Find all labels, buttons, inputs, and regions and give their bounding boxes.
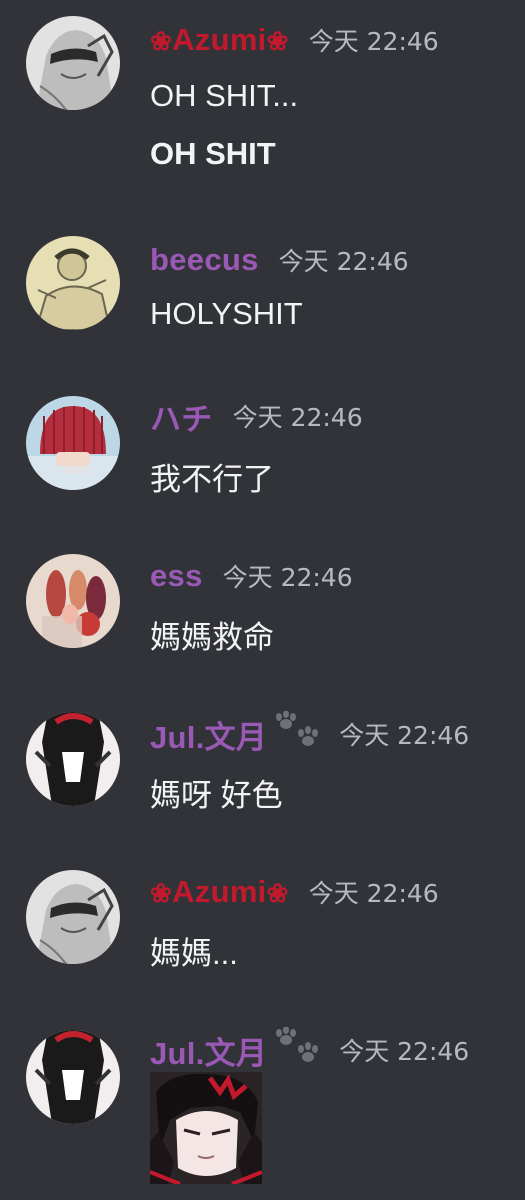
paw-prints-icon	[271, 709, 319, 758]
avatar-image-hachi	[26, 396, 120, 490]
message-text: 媽媽救命	[150, 620, 274, 655]
timestamp[interactable]: 今天 22:46	[223, 558, 353, 594]
timestamp[interactable]: 今天 22:46	[309, 22, 439, 58]
message-header: ❀Azumi❀ 今天 22:46	[150, 872, 439, 912]
user-avatar[interactable]	[26, 16, 120, 110]
author-name[interactable]: beecus	[150, 242, 259, 278]
timestamp[interactable]: 今天 22:46	[233, 398, 363, 434]
flower-icon: ❀	[266, 26, 289, 56]
avatar-image-azumi	[26, 16, 120, 110]
user-avatar[interactable]	[26, 554, 120, 648]
message-text: 媽呀 好色	[150, 778, 283, 813]
flower-icon: ❀	[150, 26, 173, 56]
author-name[interactable]: Jul.文月	[150, 1028, 267, 1073]
sticker-attachment[interactable]	[150, 1072, 262, 1184]
paw-prints-icon	[276, 1025, 319, 1062]
avatar-image-jul	[26, 712, 120, 806]
message-header: ❀Azumi❀ 今天 22:46	[150, 20, 439, 60]
avatar-image-ess	[26, 554, 120, 648]
avatar-image-beecus	[26, 236, 120, 330]
message-header: ハチ 今天 22:46	[150, 394, 363, 439]
message-text: OH SHIT	[150, 136, 276, 171]
author-name[interactable]: ハチ	[150, 394, 213, 439]
user-avatar[interactable]	[26, 712, 120, 806]
paw-prints-icon	[271, 1025, 319, 1074]
message-header: Jul.文月 今天 22:46	[150, 709, 469, 757]
anime-character-sticker-icon	[150, 1072, 262, 1184]
user-avatar[interactable]	[26, 1030, 120, 1124]
author-name[interactable]: ess	[150, 558, 203, 594]
timestamp[interactable]: 今天 22:46	[339, 1032, 469, 1068]
flower-icon: ❀	[150, 878, 173, 908]
timestamp[interactable]: 今天 22:46	[339, 716, 469, 752]
author-name-text: Azumi	[172, 22, 267, 57]
message-header: Jul.文月 今天 22:46	[150, 1025, 469, 1073]
flower-icon: ❀	[266, 878, 289, 908]
avatar-image-jul	[26, 1030, 120, 1124]
avatar-image-azumi	[26, 870, 120, 964]
author-name[interactable]: Jul.文月	[150, 712, 267, 757]
paw-prints-icon	[276, 709, 319, 746]
message-header: ess 今天 22:46	[150, 556, 353, 596]
message-text: OH SHIT...	[150, 78, 299, 113]
message-text: 我不行了	[150, 462, 274, 497]
user-avatar[interactable]	[26, 870, 120, 964]
message-header: beecus 今天 22:46	[150, 240, 409, 280]
user-avatar[interactable]	[26, 396, 120, 490]
timestamp[interactable]: 今天 22:46	[309, 874, 439, 910]
timestamp[interactable]: 今天 22:46	[279, 242, 409, 278]
message-text: HOLYSHIT	[150, 296, 303, 331]
author-name[interactable]: ❀Azumi❀	[150, 22, 289, 58]
user-avatar[interactable]	[26, 236, 120, 330]
author-name[interactable]: ❀Azumi❀	[150, 874, 289, 910]
author-name-text: Azumi	[172, 874, 267, 909]
message-text: 媽媽...	[150, 936, 238, 971]
